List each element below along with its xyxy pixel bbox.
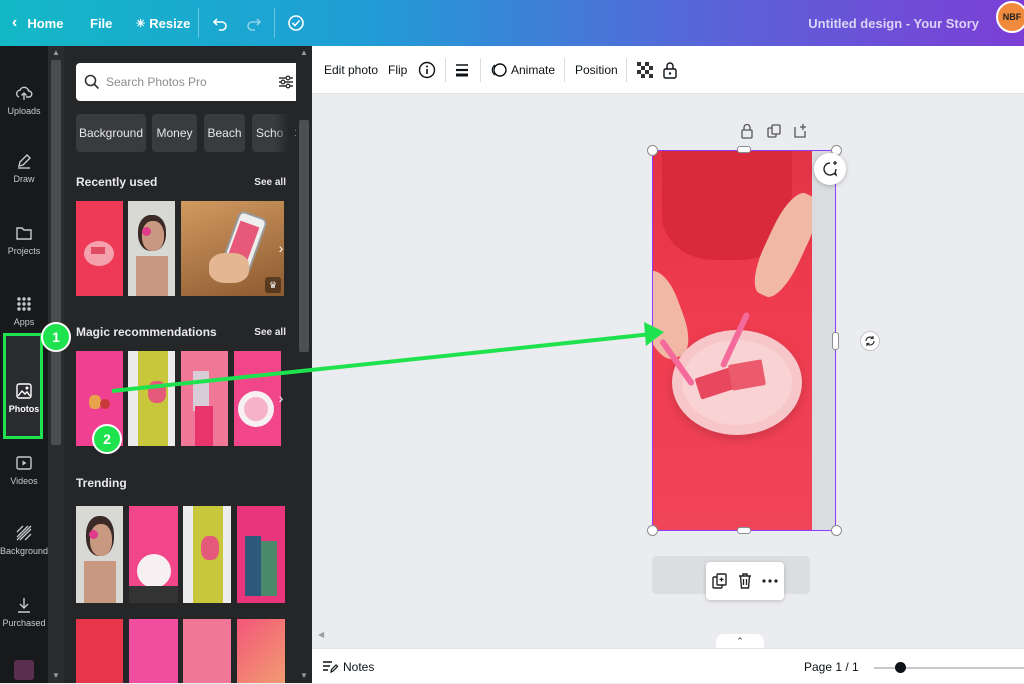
step-badge-2: 2 xyxy=(92,424,122,454)
step-badge-1: 1 xyxy=(41,322,71,352)
annotation-arrow-head xyxy=(644,322,664,346)
annotation-arrow-line xyxy=(111,332,653,393)
annotation-overlay xyxy=(111,322,664,393)
